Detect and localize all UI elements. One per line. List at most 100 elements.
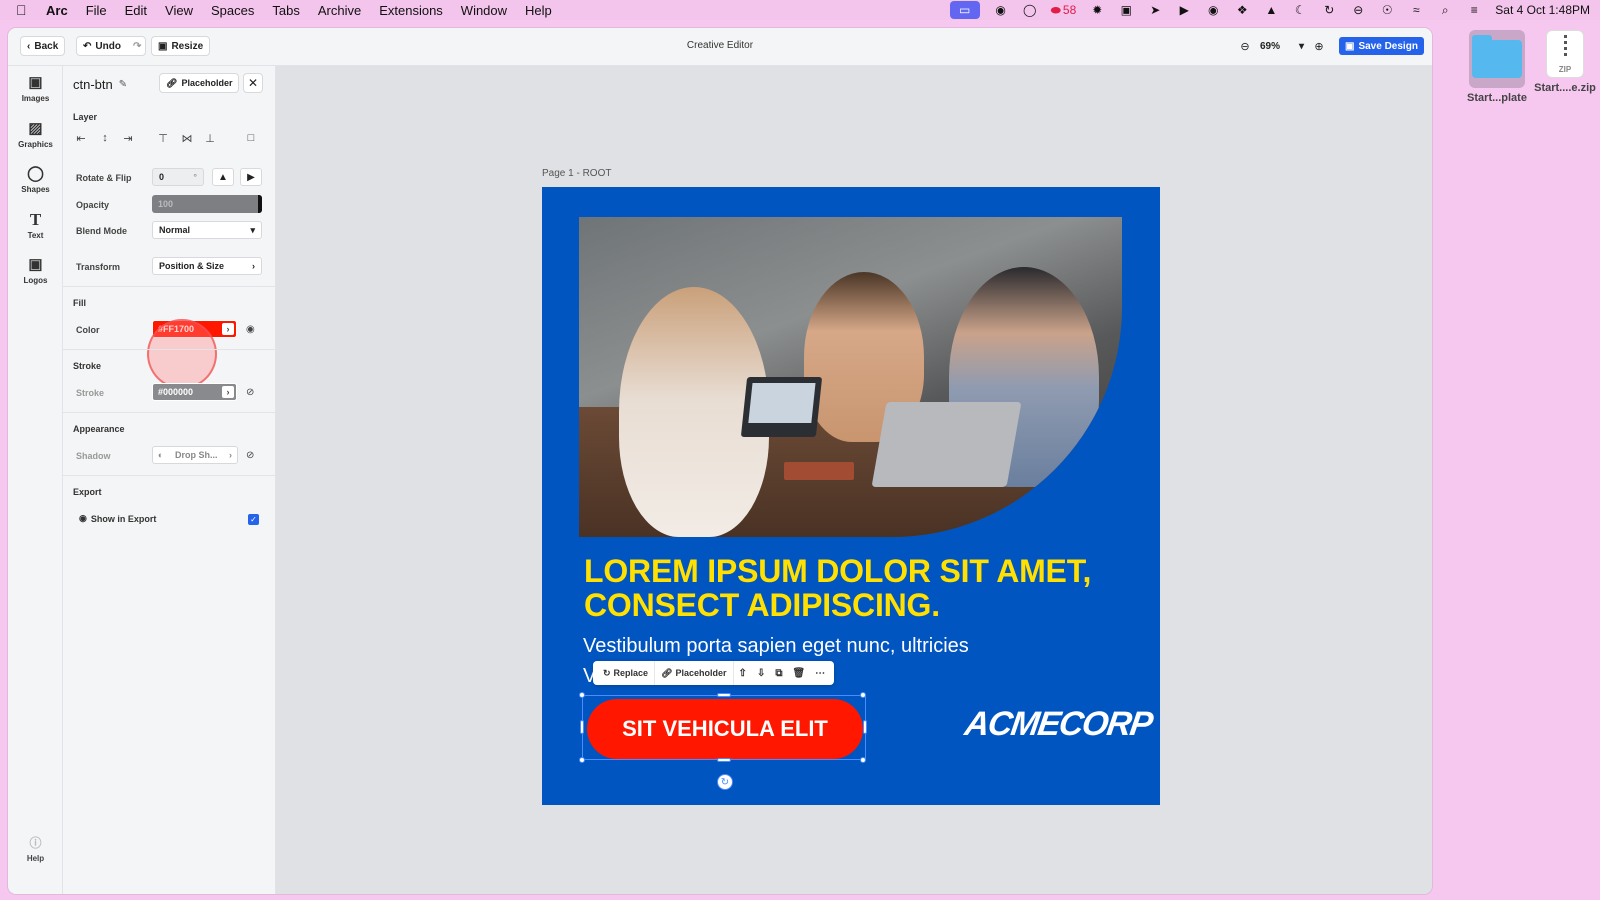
rail-text[interactable]: T Text [8, 211, 63, 241]
bring-forward-icon[interactable]: ⇧ [734, 661, 752, 685]
status-icons: ▭ ◉ ◯ ⬬ 58 ✹ ▣ ➤ ▶ ◉ ❖ ▲ ☾ ↻ ⊖ ☉ ≈ ⌕ ≡ Sa… [949, 0, 1590, 20]
placeholder-toolbar-button[interactable]: 🔗︎ Placeholder [655, 661, 734, 685]
resize-handle[interactable] [717, 758, 731, 762]
align-center-h-icon[interactable]: ↕ [97, 130, 113, 146]
graphics-icon: ▨ [28, 120, 43, 137]
audio-icon[interactable]: ◉ [1205, 3, 1221, 17]
replace-button[interactable]: ↻ Replace [597, 661, 656, 685]
rotate-input[interactable]: 0 ° [152, 168, 204, 186]
time-machine-icon[interactable]: ↻ [1321, 3, 1337, 17]
menu-spaces[interactable]: Spaces [211, 3, 254, 18]
selection-box [582, 695, 866, 760]
menu-window[interactable]: Window [461, 3, 507, 18]
chevron-right-icon[interactable]: › [222, 323, 234, 335]
shadow-select[interactable]: ◐ Drop Sh... › [152, 446, 238, 464]
timer-icon[interactable]: ⊖ [1350, 3, 1366, 17]
resize-handle[interactable] [579, 757, 585, 763]
menu-view[interactable]: View [165, 3, 193, 18]
password-icon[interactable]: ☉ [1379, 3, 1395, 17]
resize-handle[interactable] [580, 720, 584, 734]
flip-horizontal-icon[interactable]: ▲ [212, 168, 234, 186]
align-middle-icon[interactable]: ⋈ [179, 130, 195, 146]
rail-graphics[interactable]: ▨ Graphics [8, 120, 63, 149]
rail-logos[interactable]: ▣ Logos [8, 256, 63, 285]
menu-app[interactable]: Arc [46, 3, 68, 18]
menu-help[interactable]: Help [525, 3, 552, 18]
moon-icon[interactable]: ☾ [1292, 3, 1308, 17]
show-in-export-checkbox[interactable]: ✓ [248, 514, 259, 525]
menu-edit[interactable]: Edit [125, 3, 147, 18]
rotate-handle-icon[interactable]: ↻ [717, 774, 733, 790]
zoom-icon[interactable]: ◉ [993, 3, 1009, 17]
menu-file[interactable]: File [86, 3, 107, 18]
trash-icon[interactable]: 🗑︎ [787, 661, 810, 685]
screenshot-icon[interactable]: ▣ [1118, 3, 1134, 17]
zoom-select[interactable]: 69% ▾ [1256, 37, 1308, 55]
artboard[interactable]: LOREM IPSUM DOLOR SIT AMET, CONSECT ADIP… [542, 187, 1160, 805]
flip-vertical-icon[interactable]: ▶ [240, 168, 262, 186]
placeholder-button[interactable]: 🔗︎ Placeholder [159, 73, 240, 93]
menubar-datetime[interactable]: Sat 4 Oct 1:48PM [1495, 3, 1590, 17]
duplicate-icon[interactable]: ⧉ [770, 661, 787, 685]
acmecorp-logo[interactable]: ACMECORP [962, 705, 1154, 744]
rail-shapes[interactable]: ◯ Shapes [8, 165, 63, 194]
menu-tabs[interactable]: Tabs [272, 3, 299, 18]
team-photo[interactable] [579, 217, 1122, 537]
zoom-out-icon[interactable]: ⊖ [1236, 37, 1254, 55]
resize-handle[interactable] [860, 692, 866, 698]
chevron-right-icon[interactable]: › [222, 386, 234, 398]
eye-icon[interactable]: ◉ [246, 324, 255, 335]
notification-badge[interactable]: ⬬ 58 [1051, 3, 1077, 18]
close-icon[interactable]: ✕ [243, 73, 263, 93]
resize-handle[interactable] [863, 720, 867, 734]
send-backward-icon[interactable]: ⇩ [752, 661, 770, 685]
rail-help[interactable]: ⓘ Help [8, 834, 63, 863]
eye-off-icon[interactable]: ⊘ [246, 450, 254, 461]
desktop-zip-file[interactable]: ZIP Start....e.zip [1532, 30, 1598, 94]
dropbox-icon[interactable]: ❖ [1234, 3, 1250, 17]
more-icon[interactable]: ⋯ [810, 661, 830, 685]
tag-icon[interactable]: ▲ [1263, 3, 1279, 17]
opacity-knob[interactable] [258, 195, 262, 213]
design-canvas[interactable]: Page 1 - ROOT LOREM IPSUM DOLOR SIT AMET… [277, 66, 1432, 894]
opacity-slider[interactable]: 100 [152, 195, 262, 213]
play-icon[interactable]: ▶ [1176, 3, 1192, 17]
properties-panel: ctn-btn ✎ 🔗︎ Placeholder ✕ Layer ⇤ ↕ ⇥ ⊤… [63, 66, 276, 894]
stroke-color-swatch[interactable]: #000000 › [152, 383, 237, 401]
align-right-icon[interactable]: ⇥ [120, 130, 136, 146]
apple-icon[interactable]:  [16, 2, 30, 18]
search-icon[interactable]: ⌕ [1437, 3, 1453, 17]
eye-off-icon[interactable]: ⊘ [246, 387, 254, 398]
align-top-icon[interactable]: ⊤ [155, 130, 171, 146]
folder-icon [1469, 30, 1525, 88]
menu-archive[interactable]: Archive [318, 3, 361, 18]
subline-text[interactable]: Vestibulum porta sapien eget nunc, ultri… [583, 635, 1143, 658]
chatgpt-icon[interactable]: ✹ [1089, 3, 1105, 17]
menu-extensions[interactable]: Extensions [379, 3, 443, 18]
align-left-icon[interactable]: ⇤ [73, 130, 89, 146]
send-icon[interactable]: ➤ [1147, 3, 1163, 17]
wifi-icon[interactable]: ≈ [1408, 3, 1424, 17]
color-label: Color [76, 325, 100, 335]
align-bottom-icon[interactable]: ⊥ [202, 130, 218, 146]
zoom-in-icon[interactable]: ⊕ [1310, 37, 1328, 55]
shadow-icon: ◐ [158, 450, 164, 460]
screen-mirror-icon[interactable]: ▭ [949, 1, 980, 19]
transform-button[interactable]: Position & Size › [152, 257, 262, 275]
save-design-button[interactable]: ▣ Save Design [1339, 37, 1424, 55]
pencil-icon[interactable]: ✎ [119, 79, 127, 90]
element-name-text: ctn-btn [73, 77, 113, 92]
resize-handle[interactable] [717, 693, 731, 697]
resize-handle[interactable] [579, 692, 585, 698]
link-icon: 🔗︎ [661, 667, 673, 678]
desktop-folder[interactable]: Start...plate [1464, 30, 1530, 104]
element-name[interactable]: ctn-btn ✎ [73, 77, 127, 92]
resize-handle[interactable] [860, 757, 866, 763]
headline-text[interactable]: LOREM IPSUM DOLOR SIT AMET, CONSECT ADIP… [584, 554, 1144, 622]
control-center-icon[interactable]: ≡ [1466, 3, 1482, 17]
blend-mode-select[interactable]: Normal ▾ [152, 221, 262, 239]
distribute-icon[interactable]: □ [243, 130, 259, 146]
transform-label: Transform [76, 262, 121, 272]
circle-icon[interactable]: ◯ [1022, 3, 1038, 17]
rail-images[interactable]: ▣ Images [8, 74, 63, 103]
